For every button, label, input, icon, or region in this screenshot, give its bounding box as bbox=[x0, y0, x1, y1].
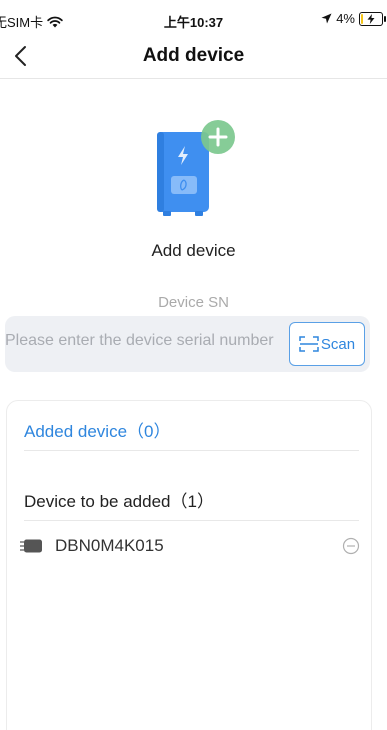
added-device-header[interactable]: Added device（0） bbox=[24, 417, 170, 442]
battery-level bbox=[361, 13, 363, 24]
serial-number-input[interactable] bbox=[5, 332, 285, 350]
scan-icon bbox=[299, 336, 319, 352]
battery-icon bbox=[359, 11, 386, 26]
add-device-screen: 无SIM卡 上午10:37 4% Add device Add device D… bbox=[0, 0, 387, 730]
divider bbox=[24, 520, 359, 521]
charging-bolt-icon bbox=[367, 13, 375, 24]
scan-button[interactable]: Scan bbox=[289, 322, 365, 366]
remove-device-button[interactable] bbox=[341, 536, 361, 556]
minus-circle-icon bbox=[342, 537, 360, 555]
device-list-card: Added device（0） Device to be added（1） DB… bbox=[6, 400, 372, 730]
device-serial: DBN0M4K015 bbox=[55, 536, 164, 555]
battery-percent: 4% bbox=[336, 11, 355, 26]
status-bar: 无SIM卡 上午10:37 4% bbox=[0, 0, 387, 40]
device-sn-label: Device SN bbox=[158, 294, 229, 311]
hero-label: Add device bbox=[151, 241, 236, 260]
scan-label: Scan bbox=[320, 335, 356, 353]
status-right: 4% bbox=[321, 11, 386, 26]
nav-header: Add device bbox=[0, 36, 387, 79]
device-add-illustration bbox=[157, 120, 235, 216]
page-title: Add device bbox=[142, 45, 245, 66]
serial-input-box: Scan bbox=[5, 316, 370, 372]
location-arrow-icon bbox=[321, 13, 332, 24]
chip-icon bbox=[20, 539, 42, 553]
divider bbox=[24, 450, 359, 451]
to-be-added-header: Device to be added（1） bbox=[24, 492, 214, 511]
list-item: DBN0M4K015 bbox=[19, 531, 363, 561]
plus-circle-icon bbox=[201, 120, 235, 154]
